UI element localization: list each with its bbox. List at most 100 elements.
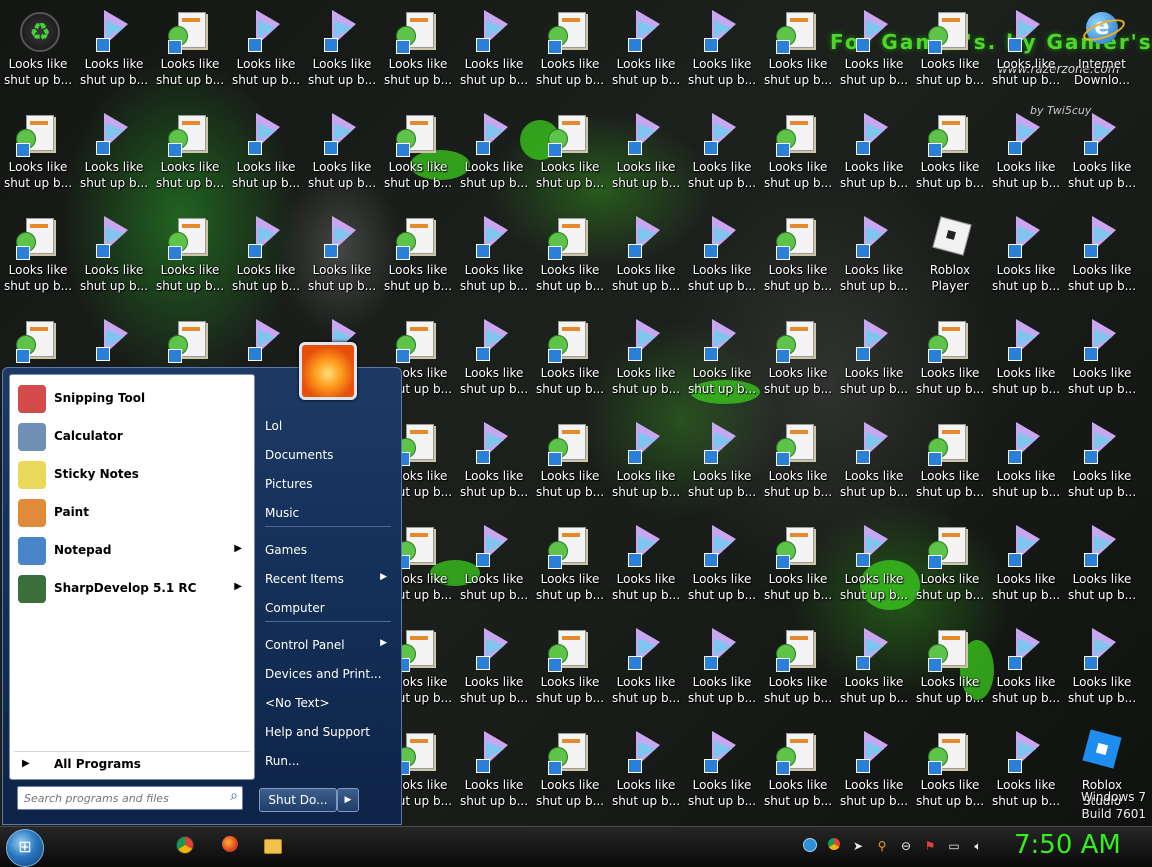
- explorer-folder-icon[interactable]: [263, 836, 283, 856]
- desktop-shortcut[interactable]: Looks like shut up b...: [912, 4, 988, 96]
- desktop-shortcut[interactable]: Looks like shut up b...: [836, 4, 912, 96]
- desktop-shortcut[interactable]: Looks like shut up b...: [532, 725, 608, 817]
- desktop-shortcut[interactable]: Looks like shut up b...: [988, 4, 1064, 96]
- start-program-calculator[interactable]: Calculator: [14, 419, 250, 455]
- desktop-shortcut[interactable]: Looks like shut up b...: [1064, 107, 1140, 199]
- desktop-shortcut[interactable]: Looks like shut up b...: [532, 313, 608, 405]
- desktop-shortcut[interactable]: Looks like shut up b...: [760, 313, 836, 405]
- desktop-shortcut[interactable]: Looks like shut up b...: [456, 4, 532, 96]
- start-place-item[interactable]: Lol: [261, 416, 393, 436]
- desktop-shortcut[interactable]: Looks like shut up b...: [228, 210, 304, 302]
- desktop-shortcut[interactable]: Looks like shut up b...: [836, 519, 912, 611]
- desktop-shortcut[interactable]: Looks like shut up b...: [912, 416, 988, 508]
- desktop-shortcut[interactable]: Looks like shut up b...: [0, 210, 76, 302]
- desktop-shortcut[interactable]: Looks like shut up b...: [912, 519, 988, 611]
- network-globe-icon[interactable]: [802, 838, 818, 854]
- start-place-item[interactable]: <No Text>: [261, 693, 393, 713]
- firefox-icon[interactable]: [220, 836, 240, 856]
- desktop-shortcut[interactable]: Looks like shut up b...: [836, 725, 912, 817]
- desktop-shortcut[interactable]: Looks like shut up b...: [760, 622, 836, 714]
- desktop-shortcut[interactable]: Looks like shut up b...: [988, 416, 1064, 508]
- desktop-shortcut[interactable]: Looks like shut up b...: [608, 622, 684, 714]
- start-place-item[interactable]: Music: [261, 503, 393, 523]
- desktop-shortcut[interactable]: Looks like shut up b...: [0, 107, 76, 199]
- desktop-shortcut[interactable]: Looks like shut up b...: [532, 107, 608, 199]
- volume-icon[interactable]: 🔈︎: [970, 838, 986, 854]
- cursor-icon[interactable]: ➤: [850, 838, 866, 854]
- desktop-shortcut[interactable]: Looks like shut up b...: [608, 519, 684, 611]
- start-program-sharpdevelop[interactable]: SharpDevelop 5.1 RC ▶: [14, 571, 250, 607]
- start-program-notepad[interactable]: Notepad ▶: [14, 533, 250, 569]
- desktop-shortcut[interactable]: Looks like shut up b...: [836, 416, 912, 508]
- desktop-shortcut[interactable]: Looks like shut up b...: [608, 107, 684, 199]
- desktop-shortcut[interactable]: Looks like shut up b...: [228, 107, 304, 199]
- desktop-icon-internet-explorer[interactable]: e Internet Downlo...: [1064, 4, 1140, 96]
- desktop-shortcut[interactable]: Looks like shut up b...: [684, 210, 760, 302]
- start-program-paint[interactable]: Paint: [14, 495, 250, 531]
- shut-down-button[interactable]: Shut Do...: [259, 788, 337, 812]
- chrome-tray-icon[interactable]: [826, 838, 842, 854]
- desktop-shortcut[interactable]: Looks like shut up b...: [684, 4, 760, 96]
- start-place-item[interactable]: Control Panel ▶: [261, 635, 393, 655]
- desktop-shortcut[interactable]: Looks like shut up b...: [532, 519, 608, 611]
- desktop-shortcut[interactable]: Looks like shut up b...: [532, 210, 608, 302]
- desktop-shortcut[interactable]: Looks like shut up b...: [684, 519, 760, 611]
- desktop-shortcut[interactable]: Looks like shut up b...: [608, 725, 684, 817]
- desktop-shortcut[interactable]: Looks like shut up b...: [1064, 210, 1140, 302]
- desktop-shortcut[interactable]: Looks like shut up b...: [456, 313, 532, 405]
- desktop-shortcut[interactable]: Looks like shut up b...: [532, 4, 608, 96]
- desktop-shortcut[interactable]: Looks like shut up b...: [760, 519, 836, 611]
- desktop-shortcut[interactable]: Looks like shut up b...: [836, 622, 912, 714]
- desktop-shortcut[interactable]: Looks like shut up b...: [988, 107, 1064, 199]
- search-icon[interactable]: ⌕: [230, 788, 238, 804]
- start-place-item[interactable]: Games: [261, 540, 393, 560]
- desktop-shortcut[interactable]: Looks like shut up b...: [988, 725, 1064, 817]
- start-button[interactable]: ⊞: [6, 829, 44, 867]
- desktop-shortcut[interactable]: Looks like shut up b...: [456, 725, 532, 817]
- desktop-shortcut[interactable]: Looks like shut up b...: [988, 622, 1064, 714]
- desktop-shortcut[interactable]: Looks like shut up b...: [76, 4, 152, 96]
- desktop-shortcut[interactable]: Looks like shut up b...: [380, 4, 456, 96]
- desktop-shortcut[interactable]: Looks like shut up b...: [836, 313, 912, 405]
- desktop-shortcut[interactable]: Looks like shut up b...: [684, 622, 760, 714]
- desktop-shortcut[interactable]: Looks like shut up b...: [760, 416, 836, 508]
- flag-icon[interactable]: ⚑: [922, 838, 938, 854]
- desktop-shortcut[interactable]: Looks like shut up b...: [1064, 416, 1140, 508]
- start-program-snipping-tool[interactable]: Snipping Tool: [14, 381, 250, 417]
- desktop-shortcut[interactable]: Looks like shut up b...: [152, 210, 228, 302]
- display-icon[interactable]: ▭: [946, 838, 962, 854]
- desktop-shortcut[interactable]: Looks like shut up b...: [912, 725, 988, 817]
- start-place-item[interactable]: Pictures: [261, 474, 393, 494]
- desktop-shortcut[interactable]: Looks like shut up b...: [836, 210, 912, 302]
- desktop-shortcut[interactable]: Looks like shut up b...: [988, 313, 1064, 405]
- chrome-icon[interactable]: [175, 836, 195, 856]
- desktop-shortcut[interactable]: Looks like shut up b...: [912, 622, 988, 714]
- desktop-shortcut[interactable]: Looks like shut up b...: [456, 519, 532, 611]
- desktop-shortcut[interactable]: Looks like shut up b...: [912, 107, 988, 199]
- start-place-item[interactable]: Recent Items ▶: [261, 569, 393, 589]
- desktop-shortcut[interactable]: Looks like shut up b...: [304, 4, 380, 96]
- desktop-shortcut[interactable]: Looks like shut up b...: [684, 725, 760, 817]
- desktop-shortcut[interactable]: Looks like shut up b...: [760, 4, 836, 96]
- desktop-shortcut[interactable]: Looks like shut up b...: [760, 725, 836, 817]
- desktop-shortcut[interactable]: Looks like shut up b...: [684, 416, 760, 508]
- start-program-sticky-notes[interactable]: Sticky Notes: [14, 457, 250, 493]
- taskbar-clock[interactable]: 7:50 AM: [1014, 830, 1121, 860]
- start-place-item[interactable]: Help and Support: [261, 722, 393, 742]
- desktop-shortcut[interactable]: Looks like shut up b...: [760, 107, 836, 199]
- desktop-shortcut[interactable]: Looks like shut up b...: [152, 107, 228, 199]
- desktop-shortcut[interactable]: Looks like shut up b...: [456, 416, 532, 508]
- desktop-shortcut[interactable]: Looks like shut up b...: [608, 416, 684, 508]
- desktop-shortcut[interactable]: Looks like shut up b...: [380, 107, 456, 199]
- desktop-shortcut[interactable]: Looks like shut up b...: [608, 210, 684, 302]
- desktop-shortcut[interactable]: Looks like shut up b...: [228, 4, 304, 96]
- desktop-icon-recycle-bin[interactable]: ♻ Looks like shut up b...: [0, 4, 76, 96]
- desktop-shortcut[interactable]: Looks like shut up b...: [836, 107, 912, 199]
- desktop-shortcut[interactable]: Looks like shut up b...: [380, 210, 456, 302]
- desktop-shortcut[interactable]: Looks like shut up b...: [684, 107, 760, 199]
- start-place-item[interactable]: Devices and Print...: [261, 664, 393, 684]
- desktop-shortcut[interactable]: Looks like shut up b...: [456, 210, 532, 302]
- desktop-shortcut[interactable]: Looks like shut up b...: [608, 313, 684, 405]
- start-search-input[interactable]: [22, 789, 216, 807]
- desktop-shortcut[interactable]: Looks like shut up b...: [608, 4, 684, 96]
